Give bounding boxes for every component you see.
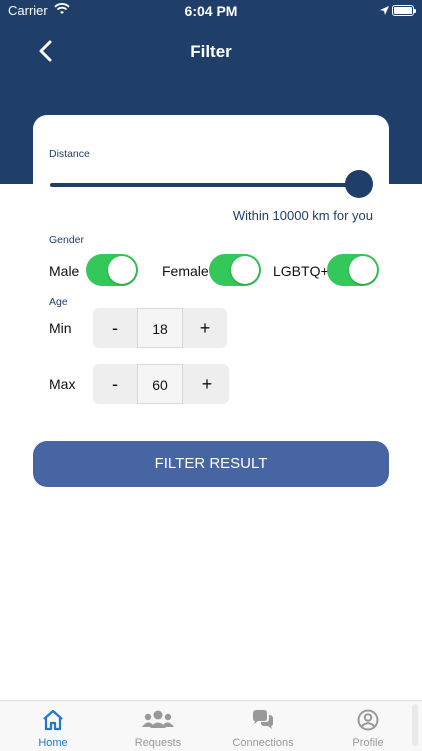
user-circle-icon bbox=[357, 709, 379, 731]
age-min-increment-button[interactable]: + bbox=[183, 308, 227, 348]
lgbtq-toggle[interactable] bbox=[327, 254, 379, 286]
tab-requests-label: Requests bbox=[134, 737, 182, 749]
tab-requests[interactable]: Requests bbox=[113, 701, 203, 751]
age-max-value[interactable]: 60 bbox=[137, 364, 183, 404]
gender-female-label: Female bbox=[162, 263, 209, 279]
gender-male-label: Male bbox=[49, 263, 80, 279]
distance-slider-thumb[interactable] bbox=[345, 170, 373, 198]
distance-slider-track[interactable] bbox=[50, 183, 360, 187]
filter-result-button[interactable]: FILTER RESULT bbox=[33, 441, 389, 487]
tab-profile[interactable]: Profile bbox=[323, 701, 413, 751]
gender-label: Gender bbox=[49, 234, 85, 246]
age-min-decrement-button[interactable]: - bbox=[93, 308, 137, 348]
page-title: Filter bbox=[190, 42, 232, 61]
tab-connections[interactable]: Connections bbox=[218, 701, 308, 751]
age-min-label: Min bbox=[49, 320, 72, 336]
age-max-decrement-button[interactable]: - bbox=[93, 364, 137, 404]
users-group-icon bbox=[142, 710, 174, 728]
gender-lgbtq-label: LGBTQ+ bbox=[273, 263, 329, 279]
status-time: 6:04 PM bbox=[184, 3, 238, 19]
age-max-label: Max bbox=[49, 376, 76, 392]
age-min-stepper: - 18 + bbox=[93, 308, 227, 348]
female-toggle[interactable] bbox=[209, 254, 261, 286]
age-max-increment-button[interactable]: + bbox=[185, 364, 229, 404]
tab-bar: Home Requests Connections Profile bbox=[0, 700, 422, 751]
battery-icon bbox=[392, 5, 416, 16]
location-arrow-icon bbox=[380, 6, 389, 15]
distance-label: Distance bbox=[49, 148, 90, 160]
age-max-stepper: - 60 + bbox=[93, 364, 229, 404]
scroll-indicator bbox=[412, 704, 418, 746]
age-min-value[interactable]: 18 bbox=[137, 308, 183, 348]
tab-connections-label: Connections bbox=[232, 737, 294, 749]
tab-home-label: Home bbox=[38, 737, 68, 749]
distance-summary: Within 10000 km for you bbox=[232, 208, 373, 223]
male-toggle[interactable] bbox=[86, 254, 138, 286]
age-label: Age bbox=[49, 296, 68, 308]
home-icon bbox=[43, 709, 63, 731]
status-bar: Carrier 6:04 PM bbox=[0, 0, 422, 22]
tab-profile-label: Profile bbox=[352, 737, 384, 749]
tab-home[interactable]: Home bbox=[8, 701, 98, 751]
chat-bubbles-icon bbox=[253, 710, 273, 729]
